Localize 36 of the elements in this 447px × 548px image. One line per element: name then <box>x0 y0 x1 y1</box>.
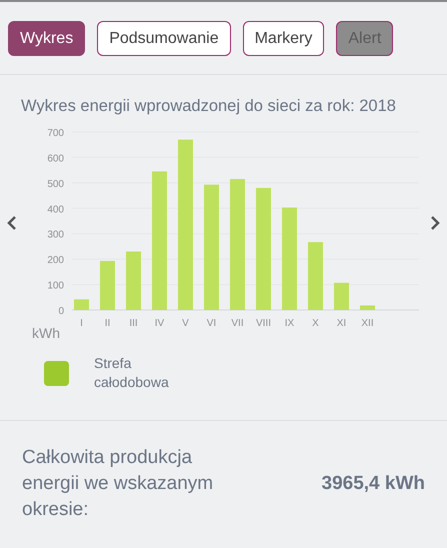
legend-label: Strefa całodobowa <box>94 354 170 392</box>
y-tick-label: 200 <box>46 255 64 266</box>
y-tick-label: 700 <box>46 128 64 139</box>
y-tick-label: 600 <box>46 153 64 164</box>
x-tick-label: II <box>104 318 110 329</box>
x-tick-label: VI <box>206 318 216 329</box>
y-tick-label: 0 <box>58 306 64 317</box>
y-tick-label: 500 <box>46 178 64 190</box>
chevron-left-icon[interactable] <box>6 214 18 232</box>
bar <box>308 242 322 310</box>
bar <box>334 282 348 310</box>
y-tick-label: 300 <box>46 230 64 241</box>
chevron-right-icon[interactable] <box>429 214 441 232</box>
summary-label: Całkowita produkcja energii we wskazanym okresie: <box>22 446 214 522</box>
x-tick-label: X <box>312 318 318 329</box>
tab[interactable]: Markery <box>242 21 324 56</box>
x-tick-label: VIII <box>256 318 270 329</box>
bar <box>126 252 140 310</box>
x-tick-label: III <box>128 318 138 329</box>
x-tick-label: I <box>80 318 82 329</box>
x-tick-label: V <box>182 318 188 329</box>
x-tick-label: XI <box>336 318 346 329</box>
x-tick-label: VII <box>230 318 244 329</box>
chart-title: Wykres energii wprowadzonej do sieci za rok: 2018 <box>20 96 397 116</box>
y-tick-label: 400 <box>46 204 64 216</box>
bar <box>74 299 88 310</box>
x-tick-label: XII <box>360 318 374 329</box>
x-tick-label: IV <box>154 318 164 329</box>
summary-value: 3965,4 kWh <box>322 473 425 495</box>
tab[interactable]: Podsumowanie <box>97 21 231 56</box>
y-tick-label: 100 <box>46 280 64 292</box>
bar <box>100 260 114 310</box>
bar <box>360 305 374 310</box>
x-tick-label: IX <box>284 318 294 329</box>
y-axis-label: kWh <box>32 325 60 338</box>
tab[interactable]: Wykres <box>8 21 86 56</box>
